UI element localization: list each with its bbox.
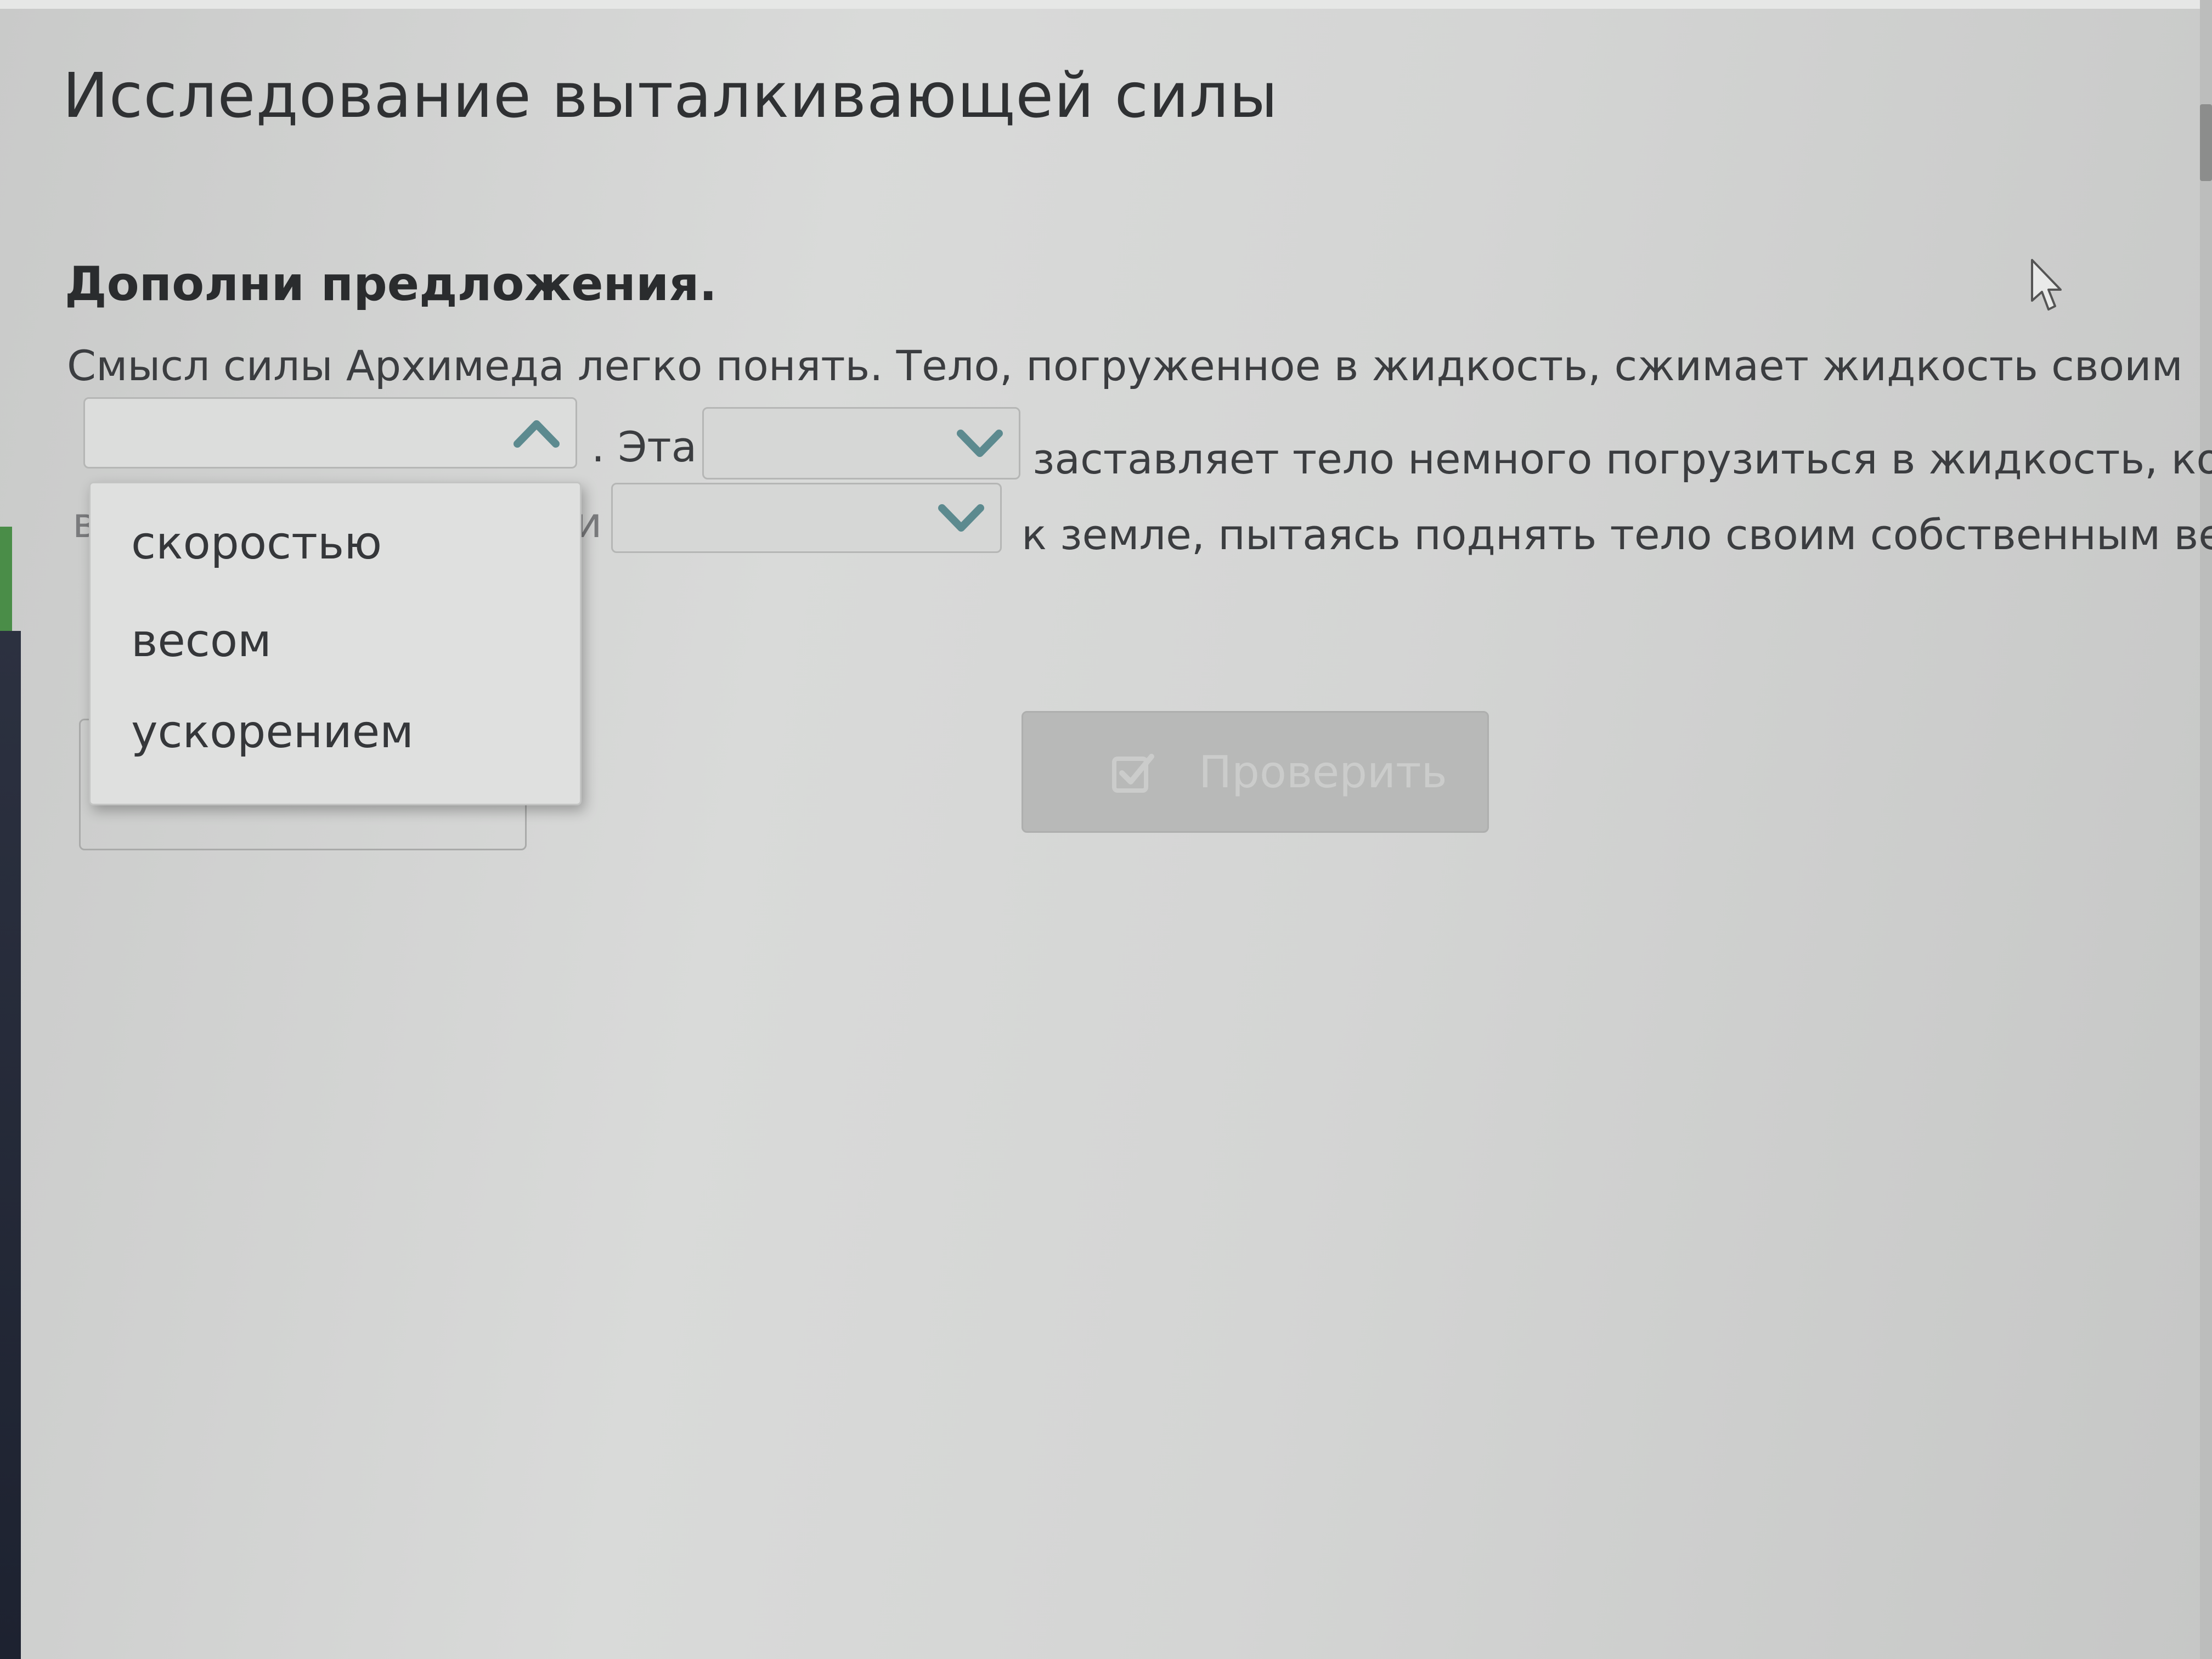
scrollbar-track[interactable] bbox=[2200, 0, 2212, 1659]
dropdown-option[interactable]: скоростью bbox=[131, 517, 382, 569]
page-title: Исследование выталкивающей силы bbox=[63, 60, 1278, 132]
checkbox-icon bbox=[1112, 754, 1154, 793]
check-button[interactable]: Проверить bbox=[1022, 711, 1489, 833]
select-1-dropdown-menu: скоростью весом ускорением bbox=[89, 482, 582, 805]
instruction-heading: Дополни предложения. bbox=[65, 257, 718, 312]
blank-select-2[interactable] bbox=[702, 407, 1020, 479]
scrollbar-thumb[interactable] bbox=[2200, 104, 2212, 181]
blank-select-1[interactable] bbox=[83, 397, 577, 469]
mouse-cursor-icon bbox=[2031, 259, 2062, 311]
dropdown-option[interactable]: ускорением bbox=[131, 706, 414, 758]
text-after-select-2: заставляет тело немного погрузиться в жи… bbox=[1032, 435, 2212, 483]
exercise-line-1: Смысл силы Архимеда легко понять. Тело, … bbox=[67, 341, 2183, 390]
text-after-select-3: к земле, пытаясь поднять тело своим собс… bbox=[1022, 510, 2212, 559]
left-panel-edge bbox=[0, 631, 21, 1659]
text-eta: . Эта bbox=[591, 422, 697, 471]
check-button-label: Проверить bbox=[1199, 747, 1447, 798]
chevron-down-icon bbox=[938, 504, 984, 532]
top-edge bbox=[0, 0, 2212, 9]
blank-select-3[interactable] bbox=[611, 483, 1002, 553]
screen: Исследование выталкивающей силы Дополни … bbox=[0, 0, 2212, 1659]
chevron-down-icon bbox=[957, 430, 1003, 457]
dropdown-option[interactable]: весом bbox=[131, 615, 272, 667]
chevron-up-icon bbox=[514, 420, 560, 448]
